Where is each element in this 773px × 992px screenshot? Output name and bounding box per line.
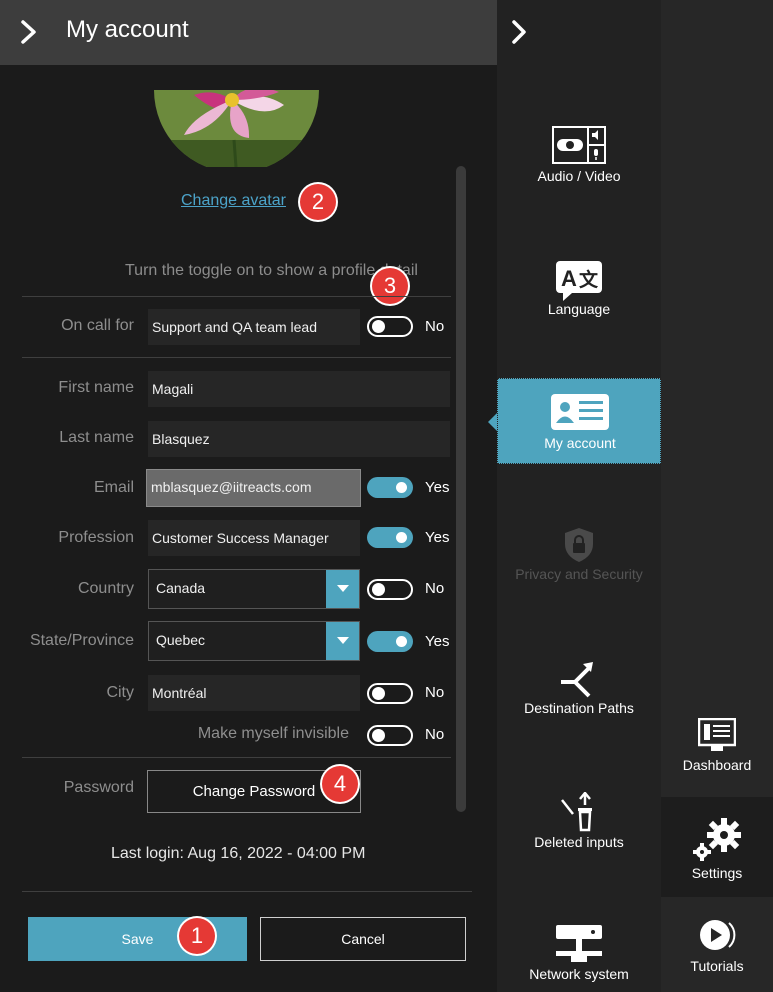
profession-toggle[interactable] (367, 527, 413, 548)
callout-badge-3: 3 (372, 268, 408, 304)
first-name-label: First name (58, 379, 134, 396)
last-name-input[interactable]: Blasquez (148, 421, 450, 457)
account-panel: My account Change avatar 2 Turn the togg… (0, 0, 497, 992)
on-call-toggle[interactable] (367, 316, 413, 337)
dashboard-icon (698, 718, 736, 751)
id-card-icon (551, 394, 609, 430)
main-side-menu: Dashboard Settings Tutorials (661, 0, 773, 992)
nav-privacy-security[interactable]: Privacy and Security (497, 525, 661, 585)
nav-network-system[interactable]: Network system (497, 922, 661, 987)
state-select[interactable]: Quebec (148, 621, 360, 661)
toggle-knob (372, 583, 385, 596)
email-toggle[interactable] (367, 477, 413, 498)
state-value: Quebec (156, 632, 206, 648)
city-label: City (106, 684, 134, 701)
side-dashboard[interactable]: Dashboard (661, 710, 773, 795)
gears-icon (693, 818, 741, 861)
invisible-toggle-state: No (425, 726, 445, 743)
toggle-knob (372, 687, 385, 700)
state-label: State/Province (29, 632, 134, 649)
city-toggle[interactable] (367, 683, 413, 704)
toggle-knob (396, 482, 407, 493)
toggle-knob (372, 320, 385, 333)
state-toggle[interactable] (367, 631, 413, 652)
nav-label: Deleted inputs (534, 834, 624, 850)
nav-label: Network system (529, 966, 629, 982)
toggle-knob (396, 532, 407, 543)
nav-label: My account (544, 435, 616, 451)
nav-language[interactable]: A 文 Language (497, 255, 661, 325)
country-select[interactable]: Canada (148, 569, 360, 609)
shield-lock-icon (565, 528, 593, 562)
profession-toggle-state: Yes (425, 529, 450, 546)
country-value: Canada (156, 580, 206, 596)
city-toggle-state: No (425, 684, 445, 701)
nav-label: Destination Paths (524, 700, 634, 716)
chevron-down-icon[interactable] (326, 622, 359, 660)
side-label: Tutorials (690, 958, 744, 974)
chevron-down-icon[interactable] (326, 570, 359, 608)
email-toggle-state: Yes (425, 479, 450, 496)
country-toggle-state: No (425, 580, 445, 597)
scrollbar[interactable] (456, 166, 466, 812)
on-call-input[interactable]: Support and QA team lead (148, 309, 360, 345)
svg-text:文: 文 (579, 268, 599, 291)
callout-badge-2: 2 (300, 184, 336, 220)
callout-badge-1: 1 (179, 918, 215, 954)
nav-label: Privacy and Security (515, 566, 643, 582)
callout-badge-4: 4 (322, 766, 358, 802)
on-call-label: On call for (61, 317, 134, 334)
side-settings[interactable]: Settings (661, 797, 773, 897)
settings-nav: Audio / Video A 文 Language My account Pr… (497, 0, 661, 992)
save-label: Save (121, 931, 154, 947)
nav-my-account[interactable]: My account (497, 378, 661, 464)
chevron-right-icon[interactable] (507, 14, 531, 50)
play-circle-icon (700, 920, 736, 950)
nav-label: Language (547, 301, 611, 317)
network-icon (556, 925, 602, 962)
divider (22, 296, 451, 297)
email-label: Email (93, 479, 134, 496)
country-toggle[interactable] (367, 579, 413, 600)
invisible-toggle[interactable] (367, 725, 413, 746)
on-call-toggle-state: No (425, 318, 445, 335)
trash-icon (561, 792, 592, 832)
nav-audio-video[interactable]: Audio / Video (497, 120, 661, 190)
divider (22, 757, 451, 758)
toggle-knob (396, 636, 407, 647)
nav-label: Audio / Video (537, 168, 621, 184)
toggle-knob (372, 729, 385, 742)
active-nav-pointer (488, 413, 497, 431)
divider (22, 891, 472, 892)
svg-text:A: A (561, 266, 577, 291)
last-login-text: Last login: Aug 16, 2022 - 04:00 PM (111, 845, 366, 862)
state-toggle-state: Yes (425, 633, 450, 650)
avatar-image (154, 90, 319, 167)
nav-destination-paths[interactable]: Destination Paths (497, 655, 661, 720)
split-arrows-icon (561, 662, 593, 698)
cancel-button[interactable]: Cancel (260, 917, 466, 961)
chevron-right-icon[interactable] (14, 14, 44, 50)
email-input[interactable]: mblasquez@iitreacts.com (146, 469, 361, 507)
change-avatar-link[interactable]: Change avatar (181, 192, 286, 210)
profession-label: Profession (58, 529, 134, 546)
invisible-label: Make myself invisible (197, 725, 349, 742)
side-label: Dashboard (682, 757, 752, 773)
password-label: Password (63, 779, 134, 796)
audio-video-icon (552, 126, 606, 164)
last-name-label: Last name (59, 429, 134, 446)
side-tutorials[interactable]: Tutorials (661, 900, 773, 990)
city-input[interactable]: Montréal (148, 675, 360, 711)
divider (22, 357, 451, 358)
nav-deleted-inputs[interactable]: Deleted inputs (497, 790, 661, 855)
language-icon: A 文 (556, 261, 602, 301)
first-name-input[interactable]: Magali (148, 371, 450, 407)
country-label: Country (77, 580, 134, 597)
side-label: Settings (691, 865, 743, 881)
profession-input[interactable]: Customer Success Manager (148, 520, 360, 556)
